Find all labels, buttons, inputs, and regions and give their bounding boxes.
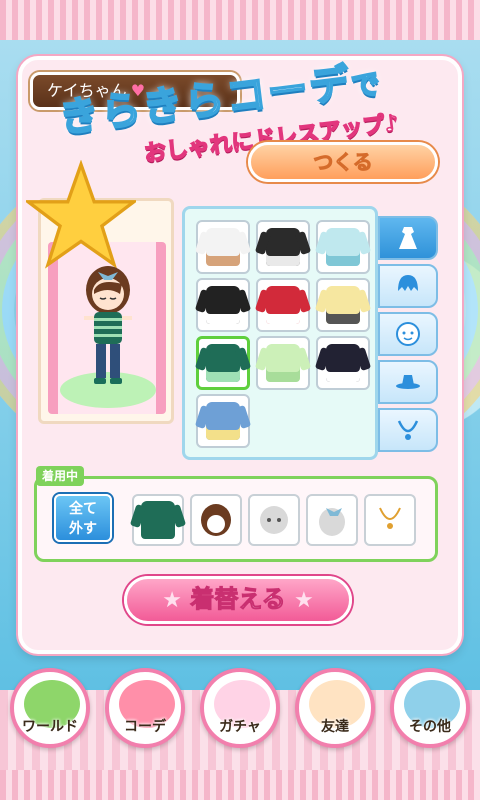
nav-coordinate-label: コーデ [124, 719, 166, 735]
top-border [0, 0, 480, 40]
outfit-icon [206, 286, 240, 324]
category-tabs [378, 216, 440, 456]
outfit-icon [206, 228, 240, 266]
denim-jacket-outfit[interactable] [196, 394, 250, 448]
outfit-icon [266, 228, 300, 266]
create-button[interactable]: つくる [248, 142, 438, 182]
red-jacket-outfit[interactable] [256, 278, 310, 332]
necklace-icon [397, 420, 419, 440]
avatar-character[interactable] [70, 260, 146, 390]
teal-print-outfit[interactable] [316, 220, 370, 274]
hair-accessory-item-icon [319, 508, 345, 536]
bottom-border [0, 770, 480, 800]
worn-face[interactable] [248, 494, 300, 546]
tab-hat[interactable] [378, 360, 438, 404]
nav-other[interactable]: その他 [390, 668, 470, 748]
worn-outfit-icon [141, 501, 175, 539]
dress-icon [399, 227, 417, 249]
outfit-icon [326, 286, 360, 324]
tab-clothes[interactable] [378, 216, 438, 260]
hair-item-icon [201, 504, 231, 536]
star-icon [26, 160, 136, 269]
navy-dress-outfit[interactable] [316, 336, 370, 390]
banner-title-tail: で [349, 66, 385, 104]
nav-world[interactable]: ワールド [10, 668, 90, 748]
tab-face[interactable] [378, 312, 438, 356]
face-item-icon [260, 506, 288, 534]
hair-icon [398, 275, 418, 291]
tab-accessory[interactable] [378, 408, 438, 452]
outfit-icon [326, 228, 360, 266]
star-left-icon: ★ [162, 588, 182, 613]
outfit-icon [266, 344, 300, 382]
wearing-label: 着用中 [36, 466, 85, 486]
nav-world-label: ワールド [22, 719, 78, 735]
worn-hair-accessory[interactable] [306, 494, 358, 546]
tab-hair[interactable] [378, 264, 438, 308]
cream-shirt-outfit[interactable] [316, 278, 370, 332]
nav-friends-label: 友達 [321, 719, 349, 735]
nav-gacha-label: ガチャ [219, 719, 261, 735]
star-right-icon: ★ [294, 588, 314, 613]
outfit-icon [266, 286, 300, 324]
nav-gacha[interactable]: ガチャ [200, 668, 280, 748]
striped-green-outfit[interactable] [196, 336, 250, 390]
change-clothes-button[interactable]: ★ 着替える ★ [124, 576, 352, 624]
necklace-item-icon [379, 507, 401, 529]
outfit-icon [206, 402, 240, 440]
white-shirt-outfit[interactable] [196, 220, 250, 274]
worn-hair[interactable] [190, 494, 242, 546]
bottom-navigation: ワールド コーデ ガチャ 友達 その他 [0, 660, 480, 770]
outfit-icon [206, 344, 240, 382]
face-icon [396, 322, 420, 346]
nav-other-label: その他 [409, 719, 451, 735]
nav-friends[interactable]: 友達 [295, 668, 375, 748]
remove-all-line2: 外す [69, 521, 97, 537]
remove-all-line1: 全て [69, 501, 97, 517]
nav-coordinate[interactable]: コーデ [105, 668, 185, 748]
worn-necklace[interactable] [364, 494, 416, 546]
remove-all-button[interactable]: 全て 外す [54, 494, 112, 542]
light-green-outfit[interactable] [256, 336, 310, 390]
outfit-icon [326, 344, 360, 382]
worn-outfit[interactable] [132, 494, 184, 546]
black-jacket-outfit[interactable] [196, 278, 250, 332]
change-clothes-label: 着替える [190, 585, 286, 614]
black-top-outfit[interactable] [256, 220, 310, 274]
hat-icon [396, 375, 420, 389]
